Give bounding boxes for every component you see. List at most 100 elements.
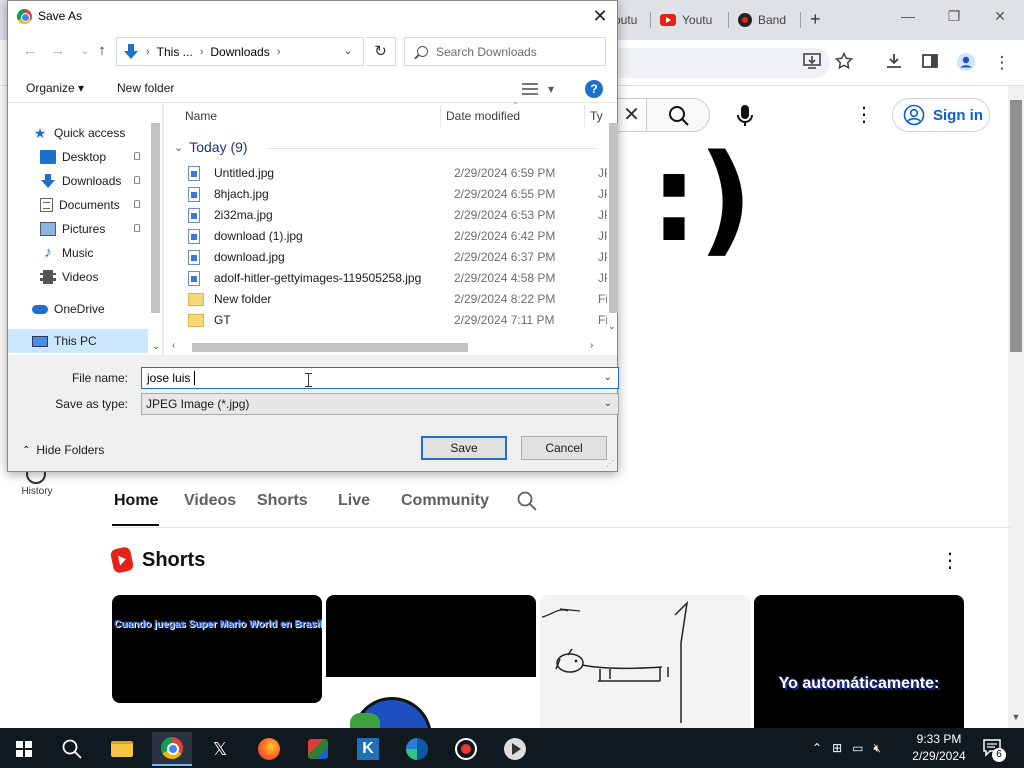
- tab-youtube-2[interactable]: Youtu: [660, 6, 712, 34]
- change-view-button[interactable]: ▾: [522, 79, 562, 99]
- column-header-name[interactable]: Name: [185, 109, 217, 123]
- column-header-type[interactable]: Ty: [590, 109, 603, 123]
- file-name-input[interactable]: jose luis ​ ⌄: [141, 367, 619, 389]
- taskbar-kinemaster[interactable]: K: [348, 732, 388, 766]
- taskbar-chrome[interactable]: [152, 732, 192, 766]
- refresh-icon[interactable]: ↻: [366, 37, 396, 66]
- back-arrow-icon[interactable]: ←: [20, 41, 40, 61]
- scroll-right-icon[interactable]: ›: [590, 340, 593, 351]
- bookmark-star-icon[interactable]: [832, 51, 856, 74]
- minimize-window-button[interactable]: —: [888, 8, 928, 24]
- channel-search-icon[interactable]: [516, 490, 538, 517]
- hide-folders-button[interactable]: ⌃ Hide Folders: [22, 443, 104, 457]
- install-app-icon[interactable]: [800, 52, 824, 74]
- file-row[interactable]: download (1).jpg 2/29/2024 6:42 PM JP: [188, 226, 612, 247]
- file-row[interactable]: GT 2/29/2024 7:11 PM Fi: [188, 310, 608, 331]
- page-scrollbar-thumb[interactable]: [1010, 100, 1022, 352]
- profile-avatar-icon[interactable]: [954, 52, 978, 74]
- nav-item-videos[interactable]: Videos: [8, 265, 148, 289]
- save-button[interactable]: Save: [421, 436, 507, 460]
- address-bar[interactable]: [612, 48, 830, 78]
- column-divider[interactable]: [584, 105, 585, 127]
- new-tab-button[interactable]: +: [810, 9, 821, 30]
- file-row[interactable]: 2i32ma.jpg 2/29/2024 6:53 PM JP: [188, 205, 612, 226]
- vertical-scrollbar-thumb[interactable]: [609, 123, 618, 313]
- help-icon[interactable]: ?: [585, 80, 603, 98]
- network-icon[interactable]: ⊞: [832, 741, 842, 755]
- nav-item-this-pc[interactable]: This PC: [8, 329, 148, 353]
- tab-live[interactable]: Live: [338, 492, 370, 510]
- breadcrumb-this-pc[interactable]: This ...: [157, 45, 193, 59]
- youtube-search-button[interactable]: [646, 98, 710, 132]
- tab-band[interactable]: Band: [738, 6, 786, 34]
- dialog-titlebar[interactable]: [8, 1, 617, 31]
- nav-item-pictures[interactable]: Pictures: [8, 217, 148, 241]
- search-downloads-input[interactable]: Search Downloads: [404, 37, 606, 66]
- file-name-dropdown-icon[interactable]: ⌄: [604, 368, 612, 388]
- file-row[interactable]: New folder 2/29/2024 8:22 PM Fi: [188, 289, 608, 310]
- volume-muted-icon[interactable]: 🔇︎: [873, 741, 881, 756]
- clear-search-icon[interactable]: ✕: [616, 98, 646, 132]
- short-thumbnail[interactable]: Yo automáticamente:: [754, 595, 964, 728]
- nav-item-downloads[interactable]: Downloads: [8, 169, 148, 193]
- scroll-down-icon[interactable]: ⌄: [151, 341, 161, 352]
- column-divider[interactable]: [440, 105, 441, 127]
- taskbar-edge[interactable]: [397, 732, 437, 766]
- taskbar-recorder[interactable]: [446, 732, 486, 766]
- short-thumbnail[interactable]: Cuando juegas Super Mario World en Brasi…: [112, 595, 322, 703]
- taskbar-x[interactable]: 𝕏: [200, 732, 240, 766]
- youtube-settings-menu-icon[interactable]: ⋮: [852, 100, 876, 130]
- nav-item-music[interactable]: ♪ Music: [8, 241, 148, 265]
- start-button[interactable]: [4, 732, 44, 766]
- display-icon[interactable]: ▭: [852, 741, 863, 755]
- file-row[interactable]: 8hjach.jpg 2/29/2024 6:55 PM JP: [188, 184, 612, 205]
- browser-menu-icon[interactable]: ⋮: [990, 52, 1014, 74]
- file-row[interactable]: download.jpg 2/29/2024 6:37 PM JP: [188, 247, 612, 268]
- column-header-date[interactable]: Date modified: [446, 109, 520, 123]
- short-thumbnail[interactable]: [326, 595, 536, 728]
- dialog-address-bar[interactable]: › This ... › Downloads ›: [116, 37, 364, 66]
- taskbar-firefox[interactable]: [249, 732, 289, 766]
- group-header-today[interactable]: ⌄ Today (9): [174, 139, 248, 155]
- breadcrumb-downloads[interactable]: Downloads: [210, 45, 269, 59]
- nav-item-documents[interactable]: Documents: [8, 193, 148, 217]
- taskbar-media-player[interactable]: [495, 732, 535, 766]
- nav-item-quick-access[interactable]: ★ Quick access: [8, 121, 148, 145]
- taskbar-clock[interactable]: 9:33 PM 2/29/2024: [904, 731, 974, 765]
- dialog-close-button[interactable]: ✕: [588, 5, 612, 27]
- resize-grip-icon[interactable]: ⋰: [606, 459, 616, 469]
- scroll-down-icon[interactable]: ⌄: [608, 321, 616, 332]
- nav-item-onedrive[interactable]: OneDrive: [8, 297, 148, 321]
- horizontal-scrollbar-thumb[interactable]: [192, 343, 468, 352]
- shorts-more-icon[interactable]: ⋮: [940, 548, 960, 573]
- file-row[interactable]: adolf-hitler-gettyimages-119505258.jpg 2…: [188, 268, 612, 289]
- scroll-down-arrow-icon[interactable]: ▼: [1010, 712, 1022, 724]
- nav-item-desktop[interactable]: Desktop: [8, 145, 148, 169]
- address-history-dropdown-icon[interactable]: ⌄: [338, 41, 358, 61]
- tab-shorts[interactable]: Shorts: [257, 492, 308, 510]
- tab-home[interactable]: Home: [114, 492, 158, 510]
- voice-search-button[interactable]: [726, 96, 764, 134]
- file-date: 2/29/2024 6:37 PM: [454, 250, 556, 264]
- navigation-scrollbar-thumb[interactable]: [151, 123, 160, 313]
- close-window-button[interactable]: ✕: [980, 8, 1020, 25]
- short-thumbnail[interactable]: [540, 595, 750, 728]
- downloads-icon[interactable]: [882, 52, 906, 74]
- restore-window-button[interactable]: ❐: [934, 8, 974, 25]
- tab-community[interactable]: Community: [401, 492, 489, 510]
- organize-button[interactable]: Organize ▾: [26, 81, 84, 95]
- tab-videos[interactable]: Videos: [184, 492, 236, 510]
- taskbar-file-explorer[interactable]: [102, 732, 142, 766]
- sign-in-button[interactable]: Sign in: [892, 98, 990, 132]
- scroll-left-icon[interactable]: ‹: [172, 340, 175, 351]
- side-panel-icon[interactable]: [918, 52, 942, 74]
- save-as-type-select[interactable]: JPEG Image (*.jpg) ⌄: [141, 393, 619, 415]
- up-folder-icon[interactable]: ↑: [92, 41, 112, 61]
- show-hidden-icons-icon[interactable]: ⌃: [812, 741, 822, 755]
- forward-arrow-icon[interactable]: →: [48, 41, 68, 61]
- taskbar-game[interactable]: [298, 732, 338, 766]
- cancel-button[interactable]: Cancel: [521, 436, 607, 460]
- new-folder-button[interactable]: New folder: [117, 81, 174, 95]
- taskbar-search-button[interactable]: [52, 732, 92, 766]
- file-row[interactable]: Untitled.jpg 2/29/2024 6:59 PM JP: [188, 163, 612, 184]
